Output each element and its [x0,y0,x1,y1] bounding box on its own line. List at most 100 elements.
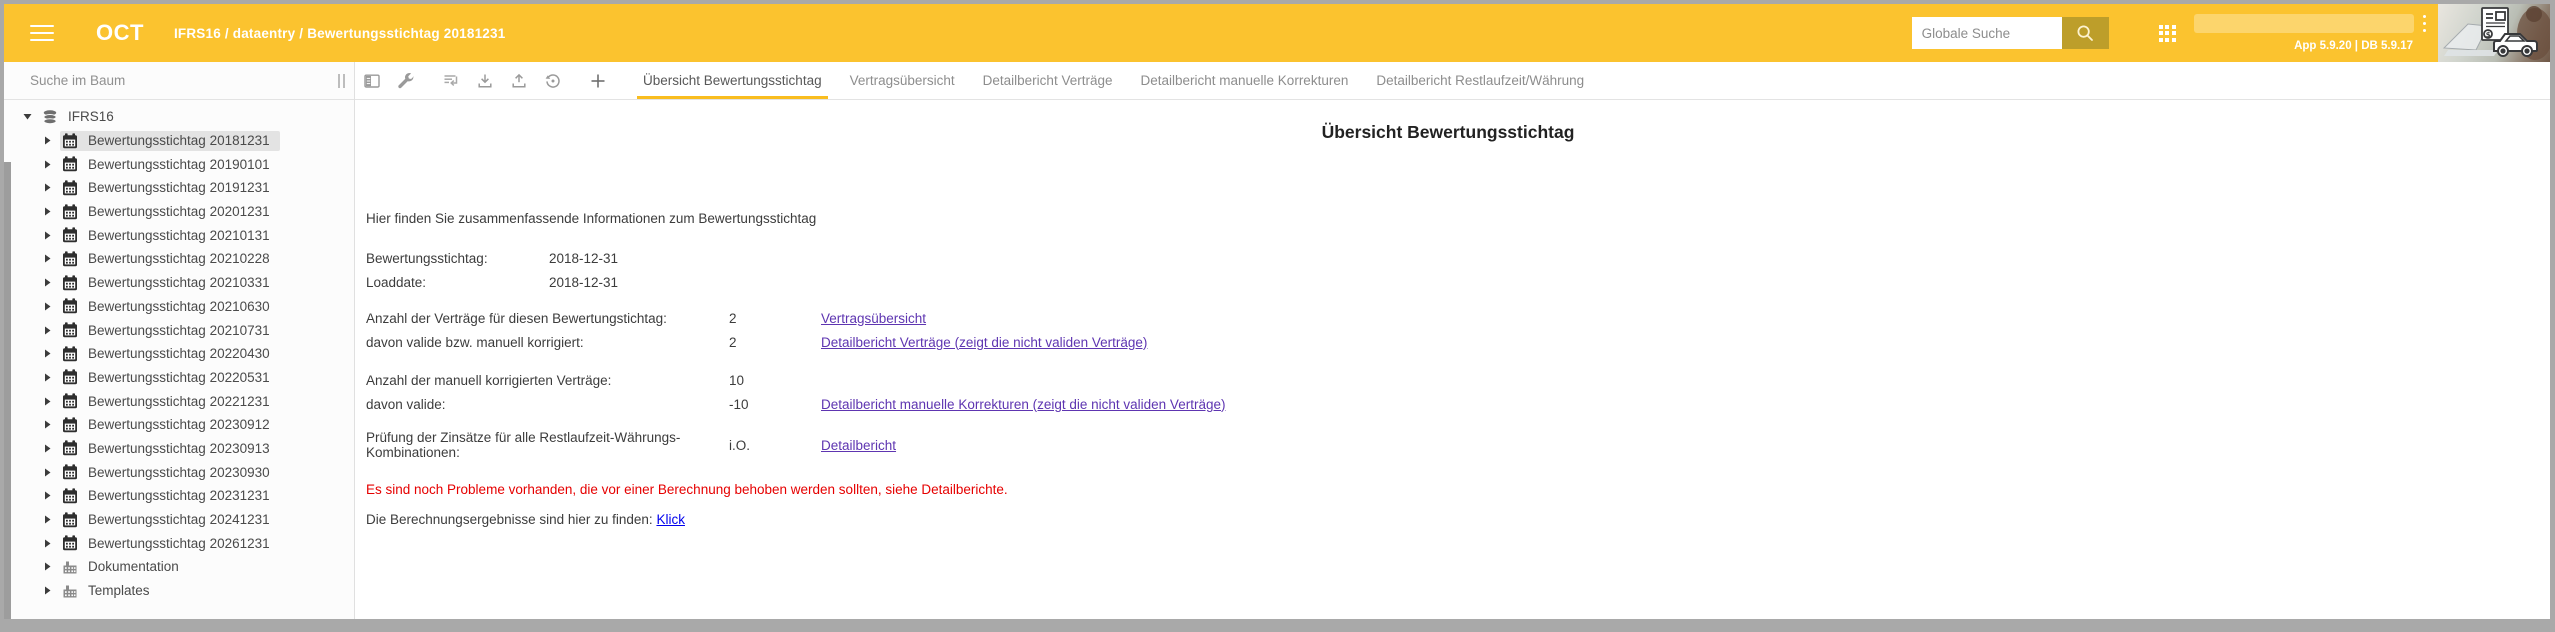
tree-node-label: Bewertungsstichtag 20210228 [88,251,270,266]
tree-node[interactable]: Bewertungsstichtag 20191231 [4,176,354,200]
caret-right-icon[interactable] [42,136,52,145]
tab[interactable]: Detailbericht Restlaufzeit/Währung [1362,62,1598,99]
caret-right-icon[interactable] [42,254,52,263]
tab[interactable]: Detailbericht manuelle Korrekturen [1126,62,1362,99]
caret-right-icon[interactable] [42,586,52,595]
calendar-icon [62,227,78,243]
kebab-menu-icon[interactable] [2423,15,2426,32]
global-search-input[interactable] [1912,17,2062,49]
apps-grid-icon[interactable] [2159,25,2176,42]
results-link[interactable]: Klick [656,512,685,527]
tree-node[interactable]: Bewertungsstichtag 20261231 [4,531,354,555]
tree-node[interactable]: Bewertungsstichtag 20221231 [4,389,354,413]
tree-node[interactable]: Bewertungsstichtag 20210228 [4,247,354,271]
caret-right-icon[interactable] [42,515,52,524]
report-link[interactable]: Detailbericht [821,438,896,453]
caret-right-icon[interactable] [42,562,52,571]
splitter-handle-icon[interactable] [329,74,354,88]
summary-row: Anzahl der manuell korrigierten Verträge… [366,368,2530,392]
caret-right-icon[interactable] [42,349,52,358]
caret-right-icon[interactable] [42,539,52,548]
tree-node[interactable]: Bewertungsstichtag 20230930 [4,460,354,484]
add-tab-icon[interactable] [581,62,615,100]
tree-node-label: Bewertungsstichtag 20210131 [88,228,270,243]
caret-right-icon[interactable] [42,278,52,287]
tree-node[interactable]: Bewertungsstichtag 20210331 [4,271,354,295]
tab[interactable]: Übersicht Bewertungsstichtag [629,62,836,99]
tab[interactable]: Vertragsübersicht [836,62,969,99]
tree-node-label: Bewertungsstichtag 20190101 [88,157,270,172]
tree-node[interactable]: Templates [4,579,354,603]
tree-node-label: Bewertungsstichtag 20241231 [88,512,270,527]
caret-right-icon[interactable] [42,373,52,382]
building-icon [62,583,78,599]
tree-node[interactable]: Bewertungsstichtag 20230913 [4,437,354,461]
tree-node-label: Bewertungsstichtag 20181231 [88,133,270,148]
calendar-icon [62,180,78,196]
tree-node-label: Bewertungsstichtag 20230912 [88,417,270,432]
tree-node-root[interactable]: IFRS16 [4,105,354,129]
upload-icon[interactable] [502,62,536,100]
tree-node[interactable]: Bewertungsstichtag 20181231 [4,129,354,153]
report-link[interactable]: Vertragsübersicht [821,311,926,326]
hamburger-menu-icon[interactable] [30,20,56,46]
tree-node-label: Bewertungsstichtag 20201231 [88,204,270,219]
report-link[interactable]: Detailbericht manuelle Korrekturen (zeig… [821,397,1225,412]
caret-down-icon[interactable] [22,112,32,121]
global-search-button[interactable] [2062,17,2109,49]
intro-text: Hier finden Sie zusammenfassende Informa… [366,211,2530,226]
caret-right-icon[interactable] [42,183,52,192]
tree-node[interactable]: Bewertungsstichtag 20220531 [4,366,354,390]
tab[interactable]: Detailbericht Verträge [969,62,1127,99]
caret-right-icon[interactable] [42,444,52,453]
calendar-icon [62,369,78,385]
tree-node[interactable]: Bewertungsstichtag 20201231 [4,200,354,224]
tree-search-input[interactable] [4,73,329,88]
calendar-icon [62,251,78,267]
summary-row: Anzahl der Verträge für diesen Bewertung… [366,306,2530,330]
tree-node-label: Bewertungsstichtag 20231231 [88,488,270,503]
tree-search-row [4,62,354,100]
caret-right-icon[interactable] [42,491,52,500]
search-icon [2075,23,2095,43]
caret-right-icon[interactable] [42,160,52,169]
caret-right-icon[interactable] [42,302,52,311]
tree-node[interactable]: Bewertungsstichtag 20190101 [4,152,354,176]
tree-node[interactable]: Bewertungsstichtag 20241231 [4,508,354,532]
summary-value: 2018-12-31 [549,251,618,266]
tree-node-label: Bewertungsstichtag 20210731 [88,323,270,338]
calendar-icon [62,393,78,409]
tree-node-label: Bewertungsstichtag 20230930 [88,465,270,480]
building-icon [62,559,78,575]
calendar-icon [62,535,78,551]
caret-right-icon[interactable] [42,397,52,406]
collapse-tree-icon[interactable] [434,62,468,100]
tree-node[interactable]: Bewertungsstichtag 20220430 [4,342,354,366]
summary-value: 10 [729,373,821,388]
tree-node-label: Bewertungsstichtag 20220430 [88,346,270,361]
calendar-icon [62,298,78,314]
download-icon[interactable] [468,62,502,100]
summary-value: -10 [729,397,821,412]
tree-node[interactable]: Bewertungsstichtag 20210131 [4,223,354,247]
caret-right-icon[interactable] [42,326,52,335]
caret-right-icon[interactable] [42,420,52,429]
wrench-icon[interactable] [389,62,423,100]
tree-node[interactable]: Bewertungsstichtag 20230912 [4,413,354,437]
tree-scrollbar[interactable] [4,162,11,619]
application-window: OCT IFRS16 / dataentry / Bewertungsstich… [0,0,2555,632]
app-frame: OCT IFRS16 / dataentry / Bewertungsstich… [4,4,2550,619]
detail-view-icon[interactable] [355,62,389,100]
report-link[interactable]: Detailbericht Verträge (zeigt die nicht … [821,335,1147,350]
tree-node[interactable]: Bewertungsstichtag 20210731 [4,318,354,342]
tree-node-label: Bewertungsstichtag 20210331 [88,275,270,290]
caret-right-icon[interactable] [42,231,52,240]
tree-node[interactable]: Bewertungsstichtag 20231231 [4,484,354,508]
tree-node-label: Templates [88,583,150,598]
summary-value: 2 [729,335,821,350]
history-icon[interactable] [536,62,570,100]
caret-right-icon[interactable] [42,468,52,477]
caret-right-icon[interactable] [42,207,52,216]
tree-node[interactable]: Dokumentation [4,555,354,579]
tree-node[interactable]: Bewertungsstichtag 20210630 [4,295,354,319]
